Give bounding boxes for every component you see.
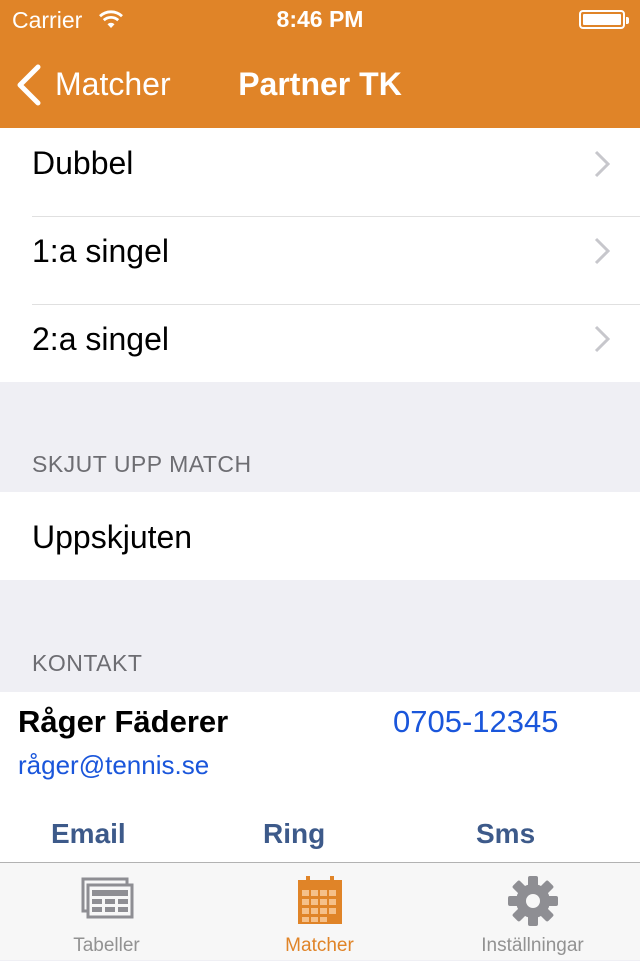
tab-settings[interactable]: Inställningar — [426, 863, 639, 961]
call-button[interactable]: Ring — [263, 818, 325, 850]
match-item-label: 1:a singel — [32, 233, 169, 269]
tab-label: Inställningar — [481, 935, 584, 956]
chevron-right-icon — [594, 237, 611, 270]
tab-tables[interactable]: Tabeller — [0, 863, 213, 961]
nav-header: Carrier 8:46 PM Matcher Partner TK — [0, 0, 640, 128]
tab-label: Tabeller — [73, 935, 140, 956]
calendar-icon — [296, 875, 344, 930]
gear-icon — [507, 875, 559, 932]
section-header-contact: KONTAKT — [32, 650, 143, 676]
postponed-item[interactable]: Uppskjuten — [0, 492, 640, 580]
chevron-right-icon — [594, 325, 611, 358]
tables-icon — [79, 875, 135, 928]
match-item-label: Dubbel — [32, 145, 134, 181]
battery-icon — [579, 10, 629, 29]
contact-name: Råger Fäderer — [18, 704, 229, 739]
tab-label: Matcher — [285, 935, 354, 956]
contact-card: Råger Fäderer 0705-12345 råger@tennis.se… — [0, 692, 640, 862]
contact-email-link[interactable]: råger@tennis.se — [18, 750, 209, 781]
match-list: Dubbel 1:a singel 2:a singel — [0, 128, 640, 382]
match-item-singel-2[interactable]: 2:a singel — [0, 305, 640, 382]
tab-bar: Tabeller Matcher Inställningar — [0, 862, 640, 960]
section-header-postpone: SKJUT UPP MATCH — [32, 451, 252, 477]
page-title: Partner TK — [238, 66, 402, 102]
match-item-singel-1[interactable]: 1:a singel — [0, 217, 640, 304]
status-bar: Carrier 8:46 PM — [0, 0, 640, 40]
contact-phone-link[interactable]: 0705-12345 — [393, 704, 559, 740]
status-time: 8:46 PM — [276, 6, 364, 32]
sms-button[interactable]: Sms — [476, 818, 535, 850]
match-item-label: 2:a singel — [32, 321, 169, 357]
email-button[interactable]: Email — [51, 818, 126, 850]
tab-matches[interactable]: Matcher — [213, 863, 426, 961]
postponed-label: Uppskjuten — [32, 519, 193, 555]
match-item-dubbel[interactable]: Dubbel — [0, 128, 640, 216]
chevron-right-icon — [594, 150, 611, 183]
